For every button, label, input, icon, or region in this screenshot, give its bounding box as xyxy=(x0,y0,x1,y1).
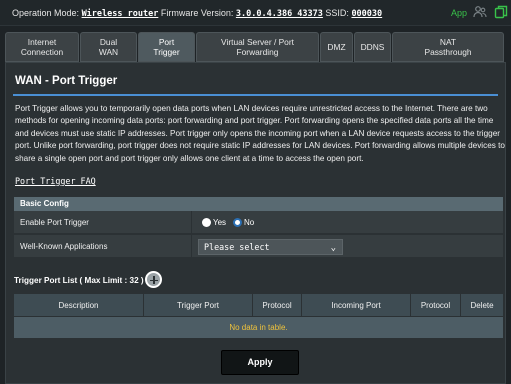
page-description: Port Trigger allows you to temporarily o… xyxy=(15,104,505,163)
users-icon[interactable] xyxy=(473,5,487,19)
tab-label: DMZ xyxy=(327,42,346,52)
top-status-bar: Operation Mode: Wireless router Firmware… xyxy=(0,0,511,26)
column-header: Trigger Port xyxy=(144,294,253,316)
tab-dmz[interactable]: DMZ xyxy=(320,32,353,62)
yes-radio[interactable] xyxy=(202,218,211,227)
no-radio[interactable] xyxy=(233,218,242,227)
apply-button[interactable]: Apply xyxy=(221,350,299,375)
tab-label: NAT Passthrough xyxy=(424,37,472,57)
no-label: No xyxy=(244,218,255,227)
column-header: Delete xyxy=(470,300,494,310)
page-title: WAN - Port Trigger xyxy=(15,75,118,87)
tab-port-trigger[interactable]: Port Trigger xyxy=(138,32,195,62)
column-header: Protocol xyxy=(411,294,461,316)
app-link[interactable]: App xyxy=(451,8,467,18)
trigger-table-header: Description Trigger Port Protocol Incomi… xyxy=(14,294,503,316)
column-header: Incoming Port xyxy=(302,294,411,316)
tab-nat-passthrough[interactable]: NAT Passthrough xyxy=(392,32,504,62)
yes-label: Yes xyxy=(213,218,227,227)
title-divider xyxy=(13,94,498,96)
well-known-apps-select[interactable]: Please select ⌄ xyxy=(198,239,343,255)
ssid-link[interactable]: 000030 xyxy=(351,9,382,19)
tab-virtual-server[interactable]: Virtual Server / Port Forwarding xyxy=(196,32,319,62)
select-value: Please select xyxy=(204,242,270,252)
enable-port-trigger-label: Enable Port Trigger xyxy=(20,218,89,227)
trigger-port-list-title: Trigger Port List ( Max Limit : 32 ) xyxy=(14,276,144,285)
well-known-apps-row: Well-Known Applications Please select ⌄ xyxy=(14,235,503,258)
tab-internet-connection[interactable]: Internet Connection xyxy=(5,32,79,62)
system-info: Operation Mode: Wireless router Firmware… xyxy=(12,8,382,19)
port-trigger-faq-link[interactable]: Port Trigger FAQ xyxy=(15,176,96,186)
port-trigger-panel: WAN - Port Trigger Port Trigger allows y… xyxy=(5,62,506,384)
usb-icon[interactable] xyxy=(494,5,508,19)
tab-label: Port Trigger xyxy=(153,37,180,57)
ssid-label: SSID: xyxy=(325,8,349,18)
tab-label: Virtual Server / Port Forwarding xyxy=(221,37,294,57)
tab-label: DDNS xyxy=(360,42,385,52)
basic-config-header: Basic Config xyxy=(14,197,503,211)
operation-mode-label: Operation Mode: xyxy=(12,8,80,18)
well-known-apps-cell xyxy=(191,235,192,258)
add-trigger-button[interactable] xyxy=(145,271,162,288)
enable-port-trigger-options: Yes No xyxy=(191,211,254,234)
well-known-apps-label: Well-Known Applications xyxy=(20,242,108,251)
tab-label: Dual WAN xyxy=(98,37,119,57)
column-header: Description xyxy=(14,294,144,316)
firmware-label: Firmware Version: xyxy=(160,8,234,18)
enable-port-trigger-row: Enable Port Trigger Yes No xyxy=(14,211,503,234)
wan-tabs: Internet Connection Dual WAN Port Trigge… xyxy=(5,32,506,62)
tab-dual-wan[interactable]: Dual WAN xyxy=(80,32,137,62)
column-header: Protocol xyxy=(253,294,302,316)
firmware-link[interactable]: 3.0.0.4.386_43373 xyxy=(236,9,323,19)
empty-table-message: No data in table. xyxy=(14,317,503,338)
operation-mode-link[interactable]: Wireless router xyxy=(82,9,159,19)
tab-label: Internet Connection xyxy=(20,37,64,57)
tab-ddns[interactable]: DDNS xyxy=(354,32,391,62)
chevron-down-icon: ⌄ xyxy=(330,243,336,253)
